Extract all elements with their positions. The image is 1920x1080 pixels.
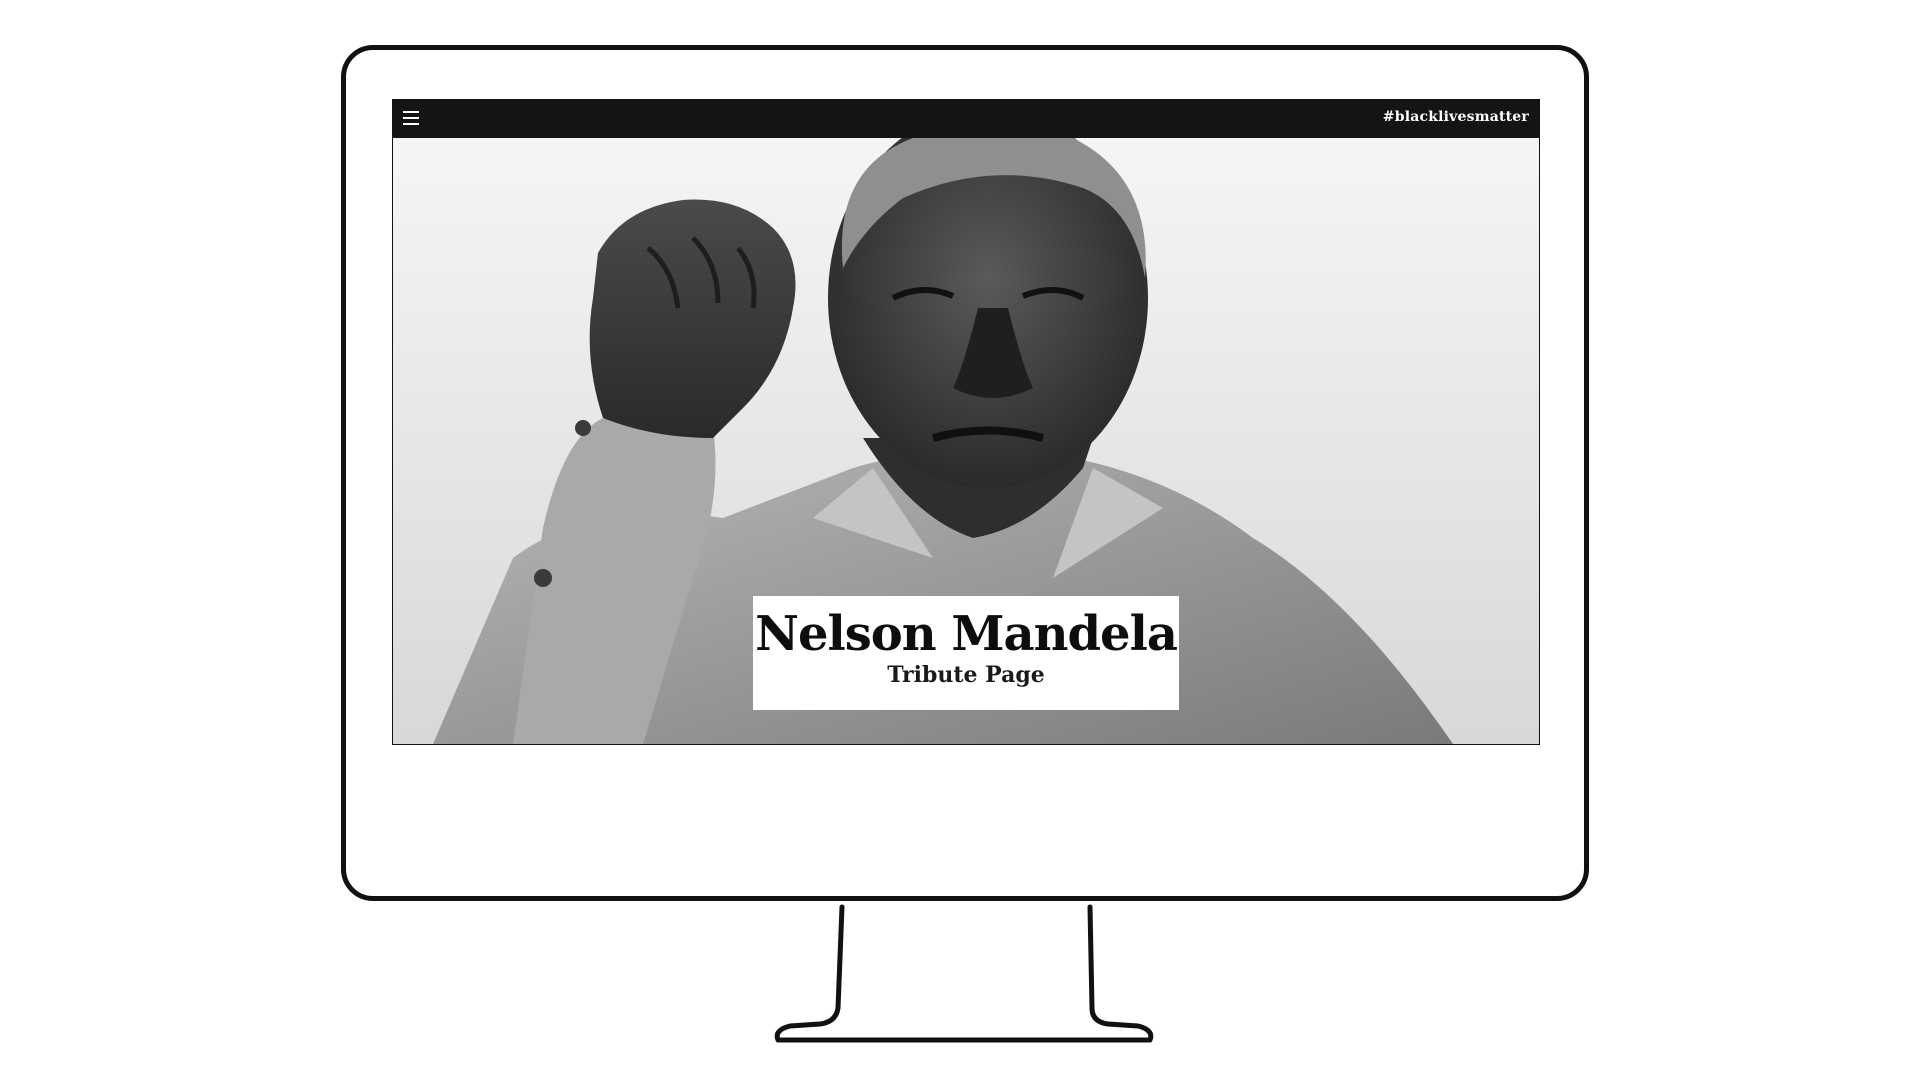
- title-card: Nelson Mandela Tribute Page: [753, 596, 1179, 710]
- monitor-mockup: #blacklivesmatter Nelson Mandela Tribute…: [0, 0, 1920, 1080]
- page-subtitle: Tribute Page: [887, 662, 1045, 688]
- website-screen: #blacklivesmatter Nelson Mandela Tribute…: [392, 99, 1540, 745]
- hamburger-menu-icon[interactable]: [403, 109, 421, 127]
- top-navigation-bar: #blacklivesmatter: [393, 100, 1539, 138]
- hashtag-link[interactable]: #blacklivesmatter: [1383, 109, 1529, 125]
- page-title: Nelson Mandela: [755, 606, 1178, 662]
